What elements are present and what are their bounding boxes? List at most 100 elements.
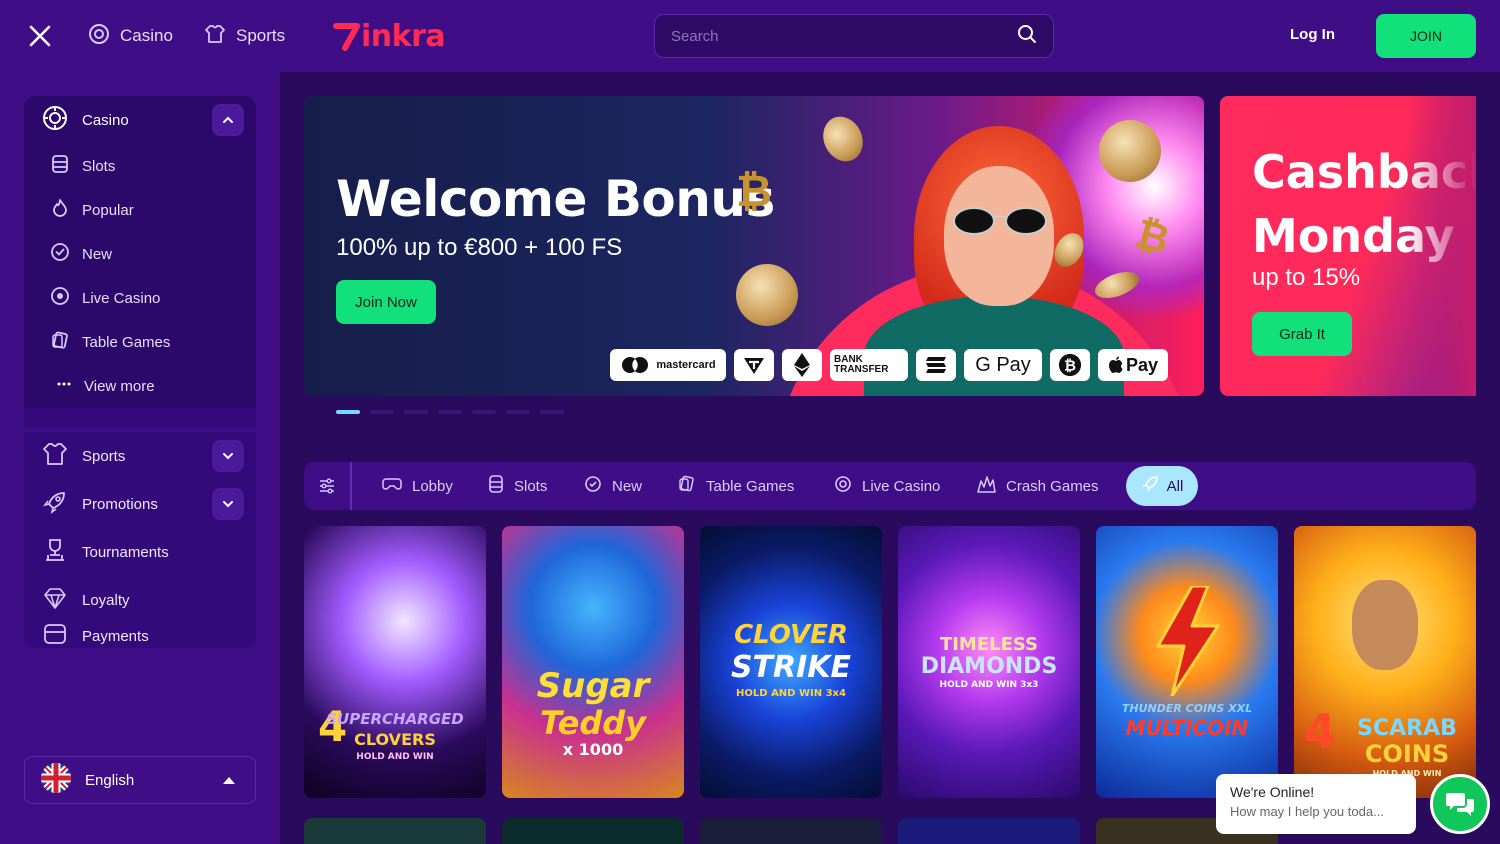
sidebar-item-view-more[interactable]: View more	[24, 364, 256, 408]
ethereum-badge	[782, 349, 822, 381]
cards-icon	[50, 330, 70, 354]
sidebar-item-label: Live Casino	[82, 289, 161, 307]
tab-crash-games[interactable]: Crash Games	[976, 462, 1099, 510]
sidebar-item-new[interactable]: New	[24, 232, 256, 276]
brand-logo[interactable]: inkra	[333, 16, 446, 56]
logo-text: inkra	[361, 18, 446, 54]
chat-button[interactable]	[1430, 774, 1490, 834]
sidebar-item-slots[interactable]: Slots	[24, 144, 256, 188]
login-link[interactable]: Log In	[1290, 26, 1335, 43]
game-title-line1: SCARAB	[1357, 716, 1457, 741]
chevron-up-icon[interactable]	[212, 104, 244, 136]
language-selector[interactable]: English	[24, 756, 256, 804]
search-input[interactable]	[671, 27, 1017, 45]
sidebar-item-label: View more	[84, 377, 155, 395]
sidebar-item-popular[interactable]: Popular	[24, 188, 256, 232]
game-tile[interactable]	[898, 818, 1080, 844]
hero-banner[interactable]: ₿ Welcome Bonus ₿ 100% up to €800 + 100 …	[304, 96, 1204, 396]
game-tile[interactable]: THUNDER COINS XXL MULTICOIN	[1096, 526, 1278, 798]
game-tile[interactable]	[502, 818, 684, 844]
game-tile[interactable]: CLOVER STRIKE HOLD AND WIN 3x4	[700, 526, 882, 798]
sidebar-section-tournaments[interactable]: Tournaments	[24, 528, 256, 576]
chat-bubble[interactable]: We're Online! How may I help you toda...	[1216, 774, 1416, 834]
bitcoin-icon: ₿	[1058, 353, 1082, 377]
caret-up-icon	[223, 777, 235, 784]
tab-lobby[interactable]: Lobby	[382, 462, 453, 510]
game-tile[interactable]: TIMELESS DIAMONDS HOLD AND WIN 3x3	[898, 526, 1080, 798]
game-tile[interactable]: 4 SCARAB COINS HOLD AND WIN	[1294, 526, 1476, 798]
game-title-line3: x 1000	[562, 740, 624, 759]
sidebar-item-live-casino[interactable]: Live Casino	[24, 276, 256, 320]
tab-label: Crash Games	[1006, 477, 1099, 495]
tether-badge	[734, 349, 774, 381]
filter-button[interactable]	[304, 462, 352, 510]
carousel-dot[interactable]	[404, 410, 428, 414]
flame-icon	[50, 198, 70, 222]
carousel-dot[interactable]	[540, 410, 564, 414]
live-chip-icon	[834, 475, 852, 497]
sidebar-item-label: New	[82, 245, 113, 263]
sidebar-section-promotions[interactable]: Promotions	[24, 480, 256, 528]
sidebar-item-label: Popular	[82, 201, 134, 219]
sidebar-menu: Casino Slots Popular New Live Casino Tab…	[24, 96, 256, 648]
sidebar-section-payments[interactable]: Payments	[24, 624, 256, 648]
search-icon[interactable]	[1017, 24, 1037, 49]
carousel-dot[interactable]	[438, 410, 462, 414]
grab-it-button[interactable]: Grab It	[1252, 312, 1352, 356]
carousel-dot[interactable]	[336, 410, 360, 414]
tab-label: Table Games	[706, 477, 795, 495]
chevron-down-icon[interactable]	[212, 488, 244, 520]
casino-chip-icon	[42, 105, 68, 135]
sidebar-item-table-games[interactable]: Table Games	[24, 320, 256, 364]
tab-all[interactable]: All	[1126, 466, 1198, 506]
cashback-banner[interactable]: Cashback Monday up to 15% Grab It	[1220, 96, 1476, 396]
join-now-button[interactable]: Join Now	[336, 280, 436, 324]
coin-image	[736, 264, 798, 326]
uk-flag-icon	[41, 763, 71, 797]
game-title-line1: THUNDER COINS XXL	[1121, 702, 1253, 715]
chevron-down-icon[interactable]	[212, 440, 244, 472]
chat-icon	[1446, 793, 1474, 816]
sidebar-section-label: Tournaments	[82, 543, 169, 561]
crash-icon	[976, 475, 996, 497]
sidebar-section-casino[interactable]: Casino	[24, 96, 256, 144]
carousel-dot[interactable]	[472, 410, 496, 414]
game-title-line2: MULTICOIN	[1125, 716, 1249, 740]
top-bar: Casino Sports inkra Log In JOIN	[0, 0, 1500, 72]
hero-title: Welcome Bonus	[336, 170, 775, 228]
game-title-line2: STRIKE	[730, 650, 852, 685]
game-title-line1: Sugar	[536, 666, 650, 706]
ellipsis-icon	[56, 374, 72, 398]
game-tile[interactable]	[700, 818, 882, 844]
cards-icon	[678, 475, 696, 497]
close-icon[interactable]	[26, 22, 54, 50]
tab-slots[interactable]: Slots	[488, 462, 547, 510]
game-title-line2: COINS	[1364, 740, 1450, 768]
sidebar-section-sports[interactable]: Sports	[24, 432, 256, 480]
game-title-line2: Teddy	[539, 704, 647, 742]
nav-casino-link[interactable]: Casino	[88, 22, 173, 50]
bitcoin-badge: ₿	[1050, 349, 1090, 381]
sunglasses-image	[953, 207, 1047, 235]
slots-icon	[488, 475, 504, 497]
badge-check-icon	[584, 475, 602, 497]
mastercard-label: mastercard	[656, 359, 716, 371]
nav-sports-link[interactable]: Sports	[204, 22, 285, 50]
chat-message: How may I help you toda...	[1230, 804, 1384, 819]
game-tile[interactable]: Sugar Teddy x 1000	[502, 526, 684, 798]
sidebar-section-label: Loyalty	[82, 591, 130, 609]
carousel-dot[interactable]	[370, 410, 394, 414]
tab-live-casino[interactable]: Live Casino	[834, 462, 940, 510]
sidebar-section-loyalty[interactable]: Loyalty	[24, 576, 256, 624]
sidebar: Casino Slots Popular New Live Casino Tab…	[0, 72, 280, 844]
carousel-dot[interactable]	[506, 410, 530, 414]
game-tile[interactable]: 4 SUPERCHARGED CLOVERS HOLD AND WIN	[304, 526, 486, 798]
category-tabs: Lobby Slots New Table Games Live Casino …	[304, 462, 1476, 510]
game-tile[interactable]	[304, 818, 486, 844]
tab-new[interactable]: New	[584, 462, 642, 510]
search-box[interactable]	[654, 14, 1054, 58]
sidebar-casino-label: Casino	[82, 111, 129, 129]
join-button[interactable]: JOIN	[1376, 14, 1476, 58]
tab-table-games[interactable]: Table Games	[678, 462, 794, 510]
ethereum-icon	[794, 353, 810, 377]
